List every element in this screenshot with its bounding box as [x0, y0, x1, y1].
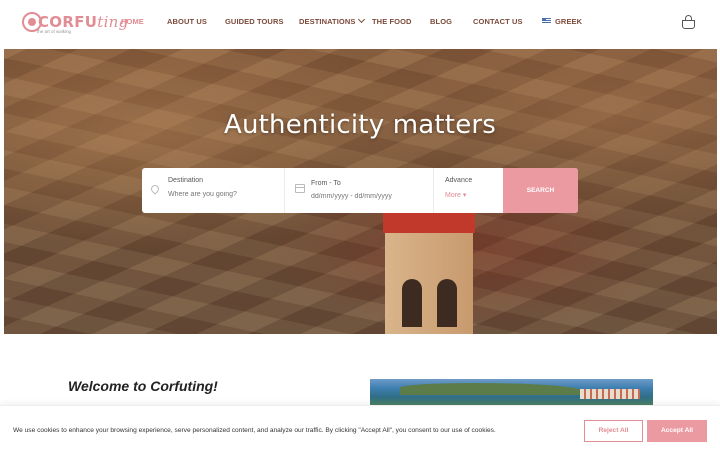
basket-icon[interactable] [681, 15, 696, 30]
advance-more-link[interactable]: More ▾ [445, 191, 485, 199]
search-button[interactable]: SEARCH [503, 168, 578, 213]
nav-contact-us[interactable]: CONTACT US [473, 17, 523, 26]
nav-the-food[interactable]: THE FOOD [372, 17, 412, 26]
nav-destinations[interactable]: DESTINATIONS [299, 15, 366, 26]
cookie-message: We use cookies to enhance your browsing … [13, 427, 496, 434]
calendar-icon [295, 184, 305, 193]
page: CORFUting the art of walking HOME ABOUT … [0, 0, 720, 450]
site-header: CORFUting the art of walking HOME ABOUT … [0, 0, 720, 48]
bell-tower-window [402, 279, 422, 327]
dates-field[interactable]: From - To [285, 168, 434, 213]
accept-all-button[interactable]: Accept All [647, 420, 707, 442]
dates-label: From - To [311, 180, 341, 187]
nav-guided-tours[interactable]: GUIDED TOURS [225, 17, 284, 26]
map-pin-icon [149, 183, 161, 195]
search-form: Destination From - To Advance More ▾ SEA… [142, 168, 578, 213]
destination-label: Destination [168, 177, 204, 184]
nav-blog[interactable]: BLOG [430, 17, 452, 26]
site-logo[interactable]: CORFUting the art of walking [22, 10, 128, 38]
nav-destinations-label: DESTINATIONS [299, 17, 356, 26]
advance-field: Advance More ▾ [434, 168, 503, 213]
logo-tagline: the art of walking [37, 29, 72, 34]
chevron-down-icon [358, 15, 366, 24]
destination-input[interactable] [168, 191, 278, 198]
reject-all-button[interactable]: Reject All [584, 420, 643, 442]
destination-field[interactable]: Destination [142, 168, 285, 213]
nav-language-greek[interactable]: GREEK [542, 17, 582, 26]
welcome-heading: Welcome to Corfuting! [68, 378, 218, 394]
nav-home[interactable]: HOME [121, 17, 144, 26]
nav-about-us[interactable]: ABOUT US [167, 17, 207, 26]
nav-language-label: GREEK [555, 17, 583, 26]
bell-tower-window [437, 279, 457, 327]
cookie-banner: We use cookies to enhance your browsing … [0, 405, 720, 450]
advance-label: Advance [445, 177, 473, 184]
bell-tower [385, 216, 473, 334]
photo-hill [400, 383, 580, 395]
dates-input[interactable] [311, 193, 421, 200]
bell-tower-roof [383, 213, 475, 233]
greek-flag-icon [542, 18, 551, 24]
photo-village [580, 389, 640, 399]
basket-body [682, 20, 695, 29]
hero-title: Authenticity matters [223, 110, 497, 140]
